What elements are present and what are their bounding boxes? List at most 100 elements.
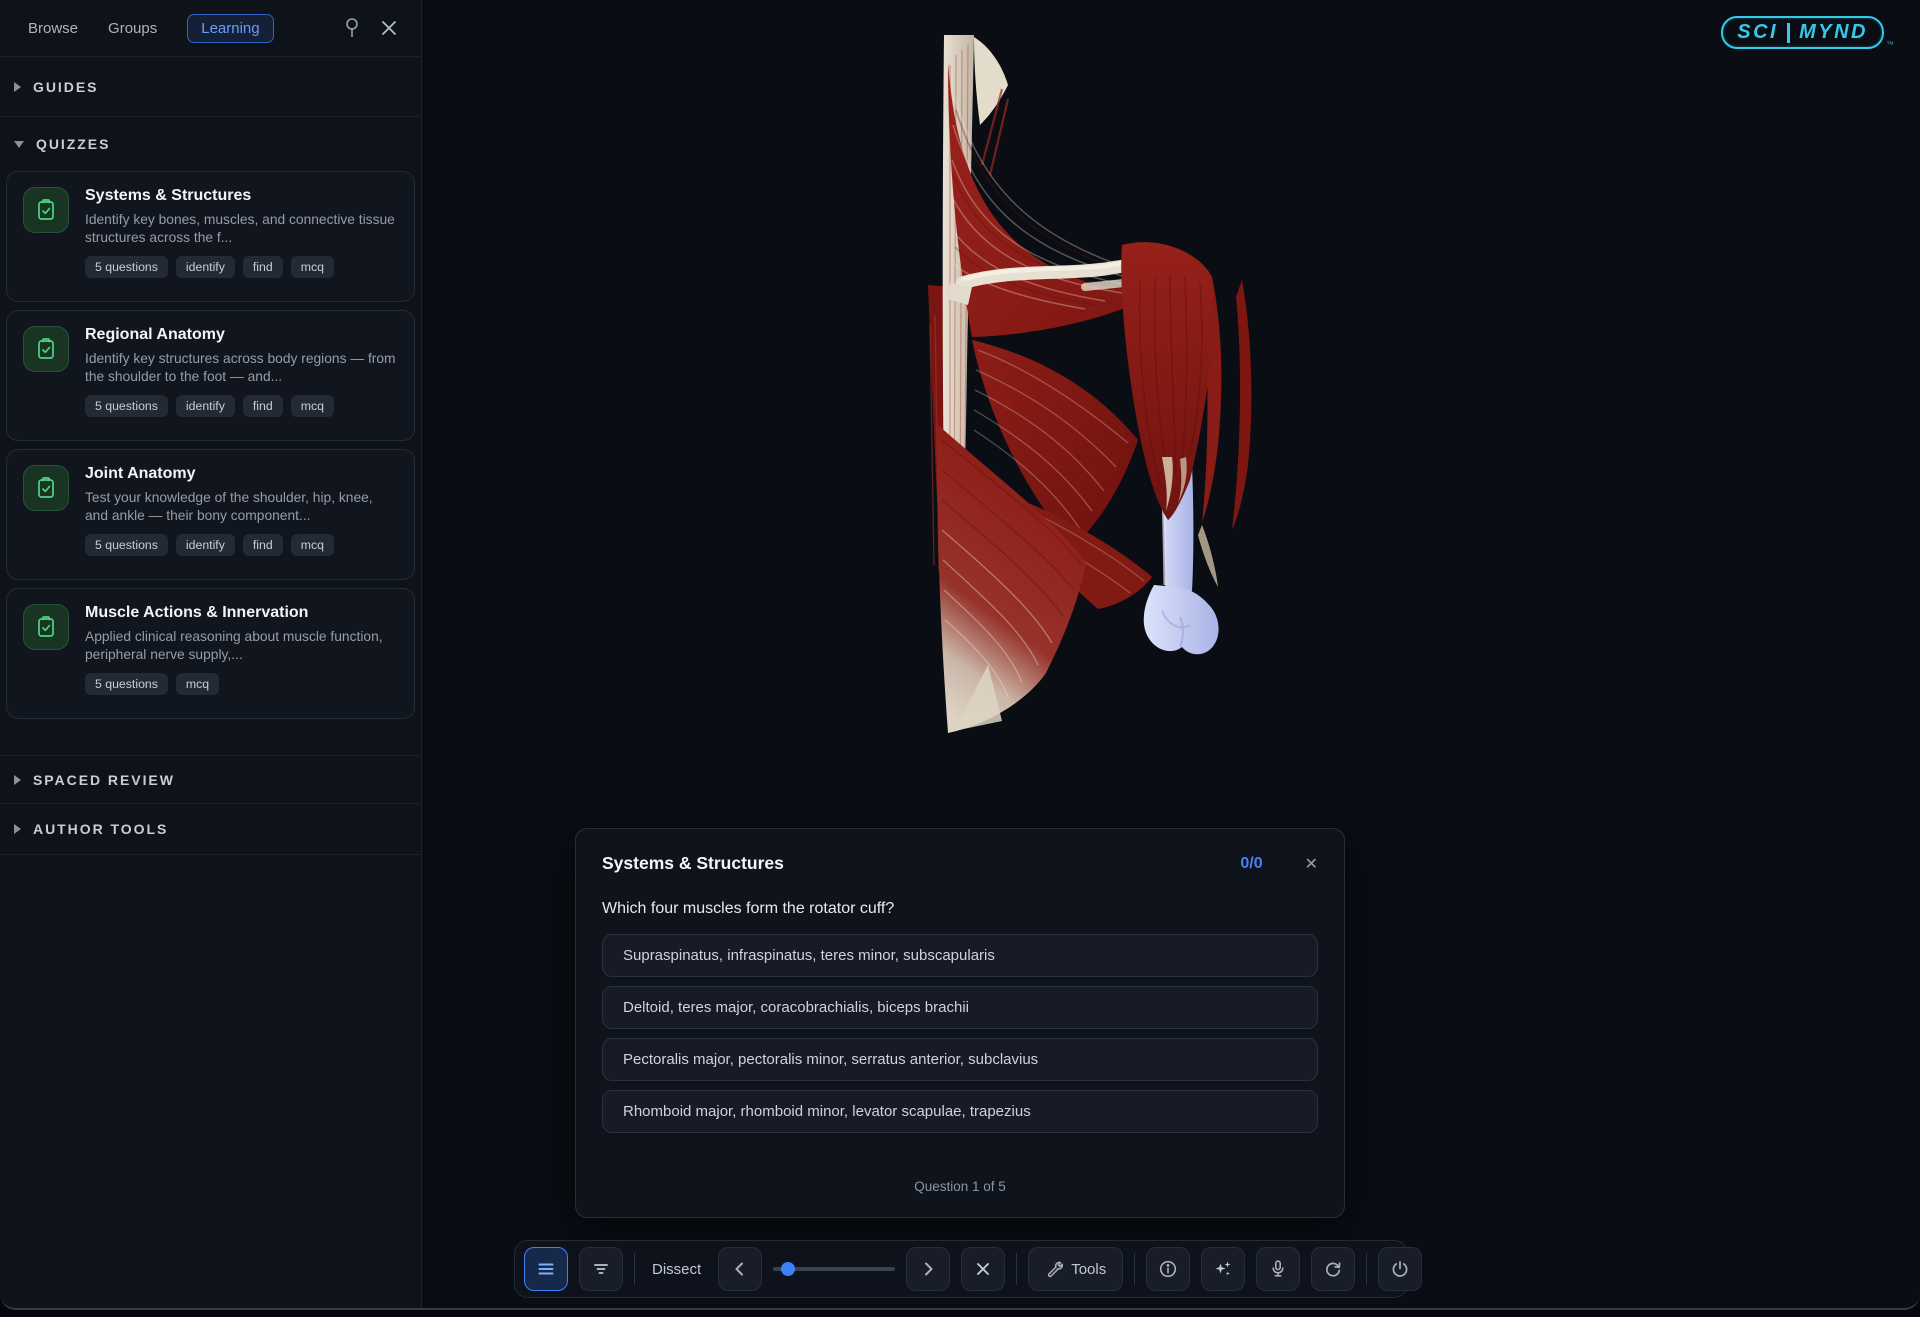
quiz-card-icon [23, 604, 69, 650]
badge: find [243, 395, 283, 417]
dissect-prev-button[interactable] [718, 1247, 762, 1291]
section-spaced-review-label: SPACED REVIEW [33, 772, 175, 788]
power-icon [1390, 1259, 1410, 1279]
section-author-tools[interactable]: AUTHOR TOOLS [0, 804, 421, 855]
badge: 5 questions [85, 534, 168, 556]
badge: 5 questions [85, 395, 168, 417]
list-view-button[interactable] [524, 1247, 568, 1291]
section-quizzes[interactable]: QUIZZES [0, 117, 421, 171]
toolbar-divider [1366, 1253, 1367, 1285]
badge: 5 questions [85, 673, 168, 695]
answer-option-3[interactable]: Pectoralis major, pectoralis minor, serr… [602, 1038, 1318, 1081]
dissect-slider[interactable] [773, 1262, 895, 1276]
badge: identify [176, 395, 235, 417]
logo-trademark: ™ [1886, 40, 1894, 49]
quiz-card-title: Regional Anatomy [85, 326, 398, 344]
filter-button[interactable] [579, 1247, 623, 1291]
badge: mcq [291, 534, 334, 556]
dissect-close-button[interactable] [961, 1247, 1005, 1291]
quiz-card-description: Identify key bones, muscles, and connect… [85, 211, 398, 247]
logo-text-sci: SCI [1737, 21, 1778, 44]
info-icon [1158, 1259, 1178, 1279]
sidebar-tabs: Browse Groups Learning [0, 0, 421, 57]
clipboard-check-icon [34, 476, 58, 500]
slider-thumb[interactable] [781, 1262, 795, 1276]
ai-assistant-button[interactable] [1201, 1247, 1245, 1291]
section-guides[interactable]: GUIDES [0, 57, 421, 117]
section-spaced-review[interactable]: SPACED REVIEW [0, 755, 421, 804]
toolbar-divider [1016, 1253, 1017, 1285]
badge: mcq [291, 256, 334, 278]
quiz-card-title: Muscle Actions & Innervation [85, 604, 398, 622]
anatomy-viewport[interactable] [850, 25, 1290, 755]
close-sidebar-button[interactable] [381, 20, 397, 36]
refresh-icon [1323, 1259, 1343, 1279]
close-icon [381, 20, 397, 36]
reset-view-button[interactable] [1311, 1247, 1355, 1291]
x-icon [975, 1261, 991, 1277]
clipboard-check-icon [34, 615, 58, 639]
logo-text-mynd: MYND [1799, 21, 1868, 44]
badge: mcq [176, 673, 219, 695]
badge: identify [176, 256, 235, 278]
tab-learning[interactable]: Learning [187, 14, 273, 43]
badge: identify [176, 534, 235, 556]
answer-option-1[interactable]: Supraspinatus, infraspinatus, teres mino… [602, 934, 1318, 977]
quiz-card-icon [23, 187, 69, 233]
logo-divider [1787, 23, 1790, 43]
quiz-card-muscle-actions[interactable]: Muscle Actions & Innervation Applied cli… [6, 588, 415, 719]
answer-option-2[interactable]: Deltoid, teres major, coracobrachialis, … [602, 986, 1318, 1029]
quiz-card-description: Identify key structures across body regi… [85, 350, 398, 386]
section-quizzes-label: QUIZZES [36, 136, 110, 152]
quiz-card-systems-structures[interactable]: Systems & Structures Identify key bones,… [6, 171, 415, 302]
badge: mcq [291, 395, 334, 417]
chevron-right-icon [14, 775, 21, 785]
quiz-score: 0/0 [1240, 855, 1262, 873]
bottom-toolbar: Dissect Tools [514, 1240, 1408, 1298]
scimynd-logo-capsule: SCI MYND [1721, 16, 1884, 49]
clipboard-check-icon [34, 337, 58, 361]
quiz-card-icon [23, 326, 69, 372]
tab-browse[interactable]: Browse [28, 20, 78, 37]
section-author-tools-label: AUTHOR TOOLS [33, 821, 168, 837]
quiz-question: Which four muscles form the rotator cuff… [602, 900, 1318, 918]
quiz-card-regional-anatomy[interactable]: Regional Anatomy Identify key structures… [6, 310, 415, 441]
app-window: SCI MYND ™ Browse Groups Learning [0, 0, 1920, 1310]
dissect-label: Dissect [646, 1261, 707, 1278]
mic-button[interactable] [1256, 1247, 1300, 1291]
pin-icon [343, 17, 361, 39]
dissect-next-button[interactable] [906, 1247, 950, 1291]
toolbar-divider [634, 1253, 635, 1285]
sparkles-icon [1213, 1259, 1233, 1279]
filter-icon [591, 1259, 611, 1279]
badge: 5 questions [85, 256, 168, 278]
chevron-left-icon [731, 1260, 749, 1278]
quiz-title: Systems & Structures [602, 853, 1240, 874]
quiz-card-icon [23, 465, 69, 511]
tools-button[interactable]: Tools [1028, 1247, 1123, 1291]
answer-option-4[interactable]: Rhomboid major, rhomboid minor, levator … [602, 1090, 1318, 1133]
clipboard-check-icon [34, 198, 58, 222]
quiz-card-joint-anatomy[interactable]: Joint Anatomy Test your knowledge of the… [6, 449, 415, 580]
chevron-right-icon [14, 82, 21, 92]
badge: find [243, 534, 283, 556]
tab-groups[interactable]: Groups [108, 20, 157, 37]
pin-button[interactable] [343, 17, 361, 39]
sidebar: Browse Groups Learning GUIDES [0, 0, 422, 1308]
quiz-card-description: Applied clinical reasoning about muscle … [85, 628, 398, 664]
wrench-icon [1045, 1260, 1063, 1278]
quiz-close-button[interactable]: ✕ [1305, 854, 1318, 874]
info-button[interactable] [1146, 1247, 1190, 1291]
quiz-card-title: Joint Anatomy [85, 465, 398, 483]
scimynd-logo: SCI MYND ™ [1721, 16, 1894, 49]
quiz-card-title: Systems & Structures [85, 187, 398, 205]
quiz-card-list: Systems & Structures Identify key bones,… [0, 171, 421, 719]
toolbar-divider [1134, 1253, 1135, 1285]
chevron-right-icon [919, 1260, 937, 1278]
tools-label: Tools [1071, 1261, 1106, 1278]
quiz-progress: Question 1 of 5 [602, 1179, 1318, 1194]
quiz-panel: Systems & Structures 0/0 ✕ Which four mu… [575, 828, 1345, 1218]
microphone-icon [1268, 1259, 1288, 1279]
section-guides-label: GUIDES [33, 79, 98, 95]
power-button[interactable] [1378, 1247, 1422, 1291]
